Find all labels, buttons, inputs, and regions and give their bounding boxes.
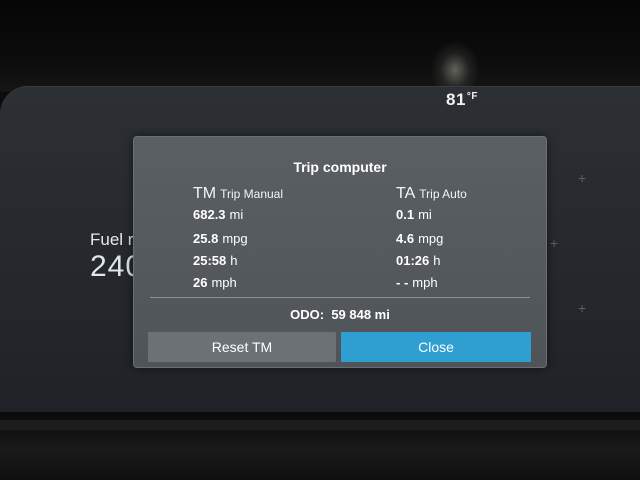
odometer-label: ODO: — [290, 307, 325, 322]
ta-average-speed-value: - - — [396, 275, 409, 290]
temperature-value: 81 — [446, 90, 466, 109]
trip-manual-abbr: TM — [193, 185, 217, 202]
tm-fuel-economy: 25.8 mpg — [193, 231, 248, 246]
tm-fuel-economy-value: 25.8 — [193, 231, 219, 246]
ta-distance-value: 0.1 — [396, 207, 415, 222]
reset-tm-button[interactable]: Reset TM — [148, 332, 336, 362]
trip-auto-abbr: TA — [396, 185, 416, 202]
ta-fuel-economy: 4.6 mpg — [396, 231, 443, 246]
ta-distance-unit: mi — [418, 207, 432, 222]
trip-computer-dialog: Trip computer TM Trip Manual TA Trip Auto … — [133, 136, 547, 368]
odometer-value: 59 848 mi — [331, 307, 390, 322]
tm-distance-value: 682.3 — [193, 207, 226, 222]
tm-time-value: 25:58 — [193, 253, 227, 268]
ta-distance: 0.1 mi — [396, 207, 432, 222]
tm-time: 25:58 h — [193, 253, 237, 268]
ta-time-value: 01:26 — [396, 253, 430, 268]
tm-fuel-economy-unit: mpg — [222, 231, 248, 246]
plus-marker-icon: + — [578, 300, 587, 316]
ta-average-speed-unit: mph — [412, 275, 438, 290]
close-button[interactable]: Close — [341, 332, 531, 362]
ta-fuel-economy-value: 4.6 — [396, 231, 415, 246]
odometer: ODO: 59 848 mi — [134, 307, 546, 322]
dashboard-trim-strip — [0, 420, 640, 430]
ta-time: 01:26 h — [396, 253, 440, 268]
tm-average-speed-value: 26 — [193, 275, 208, 290]
plus-marker-icon: + — [550, 235, 559, 251]
ta-average-speed: - - mph — [396, 275, 438, 290]
tm-average-speed: 26 mph — [193, 275, 237, 290]
trip-manual-name: Trip Manual — [220, 187, 284, 201]
trip-manual-header: TM Trip Manual — [193, 185, 283, 203]
dialog-title: Trip computer — [293, 159, 387, 175]
outside-temperature: 81°F — [446, 90, 478, 110]
dialog-divider — [150, 297, 530, 298]
ta-time-unit: h — [433, 253, 441, 268]
dashboard-bezel-top — [0, 0, 640, 92]
temperature-unit: °F — [466, 91, 479, 102]
trip-auto-header: TA Trip Auto — [396, 185, 467, 203]
trip-auto-name: Trip Auto — [419, 187, 467, 201]
tm-average-speed-unit: mph — [211, 275, 237, 290]
ta-fuel-economy-unit: mpg — [418, 231, 444, 246]
plus-marker-icon: + — [578, 170, 587, 186]
tm-time-unit: h — [230, 253, 238, 268]
tm-distance: 682.3 mi — [193, 207, 243, 222]
tm-distance-unit: mi — [229, 207, 244, 222]
